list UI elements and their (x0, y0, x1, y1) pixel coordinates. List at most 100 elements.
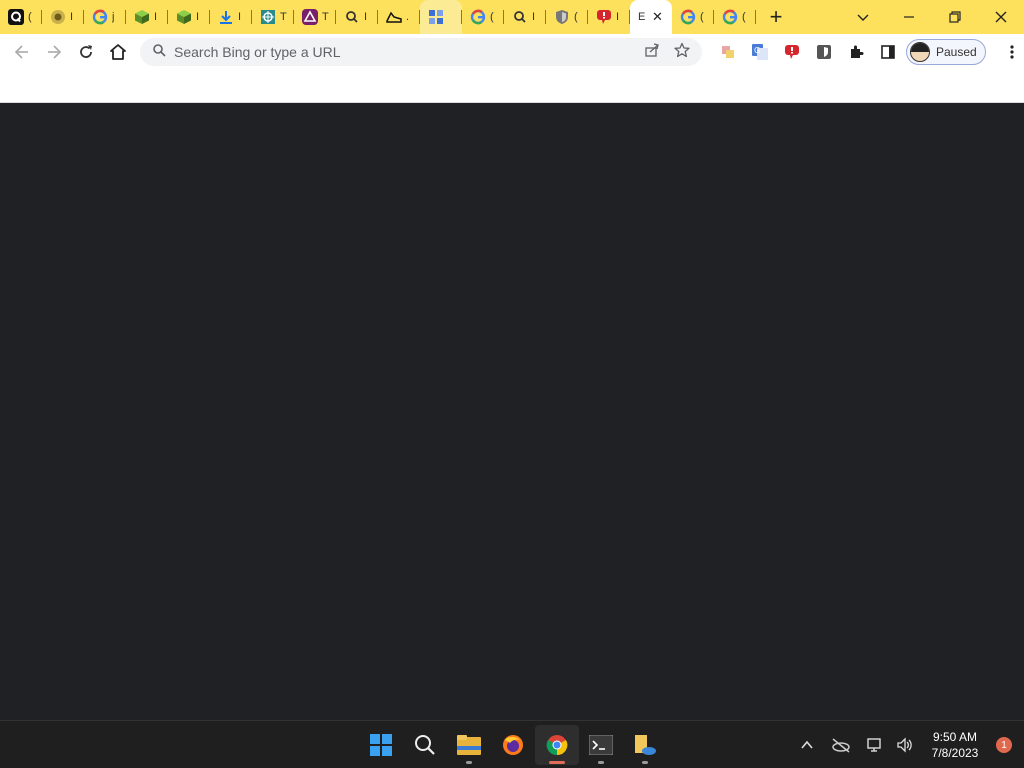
home-button[interactable] (102, 36, 134, 68)
tab-title: ( (700, 11, 704, 23)
tab-title: T (322, 11, 329, 23)
file-explorer-icon[interactable] (447, 725, 491, 765)
tab[interactable]: ( (714, 0, 756, 34)
grid-icon (428, 9, 444, 25)
tab-title: ( (742, 11, 746, 23)
volume-icon[interactable] (890, 730, 920, 760)
minimize-button[interactable] (886, 0, 932, 34)
windows-start-icon[interactable] (359, 725, 403, 765)
tab-title: I (532, 11, 536, 23)
sunflower-icon (50, 9, 66, 25)
tab[interactable]: I (588, 0, 630, 34)
address-input[interactable]: Search Bing or type a URL (174, 44, 644, 60)
bitwarden-icon[interactable] (808, 36, 840, 68)
translate-extension-icon[interactable] (712, 36, 744, 68)
tab[interactable]: ( (462, 0, 504, 34)
tab-title: E (638, 11, 646, 23)
onedrive-folder-icon[interactable] (623, 725, 667, 765)
restore-button[interactable] (932, 0, 978, 34)
q-icon (8, 9, 24, 25)
notification-badge[interactable]: 1 (996, 737, 1012, 753)
google-icon (92, 9, 108, 25)
onedrive-offline-icon[interactable] (826, 730, 856, 760)
google-icon (680, 9, 696, 25)
triangle-logo-icon (302, 9, 318, 25)
tab-search-chevron-icon[interactable] (840, 0, 886, 34)
side-panel-icon[interactable] (872, 36, 904, 68)
search-icon (152, 43, 166, 62)
profile-status: Paused (936, 45, 977, 59)
google-icon (470, 9, 486, 25)
tab[interactable]: ( (672, 0, 714, 34)
bookmark-star-icon[interactable] (674, 42, 690, 63)
search-icon (512, 9, 528, 25)
google-translate-icon[interactable]: G (744, 36, 776, 68)
tab[interactable]: I (168, 0, 210, 34)
shoe-icon (386, 9, 402, 25)
search-icon (344, 9, 360, 25)
close-window-button[interactable] (978, 0, 1024, 34)
tab[interactable] (420, 0, 462, 34)
address-bar[interactable]: Search Bing or type a URL (140, 38, 702, 66)
shield-icon (554, 9, 570, 25)
system-tray: 9:50 AM 7/8/2023 1 (792, 721, 1024, 768)
tab-title: . (406, 11, 410, 23)
tab[interactable]: I (504, 0, 546, 34)
clock[interactable]: 9:50 AM 7/8/2023 (920, 729, 990, 761)
tab-title: I (238, 11, 242, 23)
close-tab-icon[interactable]: ✕ (652, 9, 663, 25)
tab[interactable]: . (378, 0, 420, 34)
tab-title: I (196, 11, 200, 23)
download-icon (218, 9, 234, 25)
clock-date: 7/8/2023 (931, 746, 979, 760)
tab-strip: ( I j I I I T T I . (I (I E ✕ ((+ (0, 0, 1024, 34)
extensions-area: G Paused (712, 34, 986, 70)
tab-title: I (154, 11, 158, 23)
forward-button[interactable] (38, 36, 70, 68)
tab-title: I (70, 11, 74, 23)
avatar (910, 42, 930, 62)
cube-icon (134, 9, 150, 25)
crosshair-icon (260, 9, 276, 25)
tab[interactable]: I (336, 0, 378, 34)
tab[interactable]: I (210, 0, 252, 34)
network-icon[interactable] (860, 730, 890, 760)
chevron-up-icon[interactable] (792, 730, 822, 760)
tab[interactable]: I (126, 0, 168, 34)
tab-title: T (280, 11, 287, 23)
tab[interactable]: T (294, 0, 336, 34)
more-menu-icon[interactable] (1010, 34, 1014, 70)
search-icon[interactable] (403, 725, 447, 765)
tab-active[interactable]: E ✕ (630, 0, 672, 34)
tab[interactable]: j (84, 0, 126, 34)
tab-title: ( (574, 11, 578, 23)
clock-time: 9:50 AM (932, 730, 978, 744)
tab[interactable]: T (252, 0, 294, 34)
profile-button[interactable]: Paused (906, 39, 986, 65)
dislike-extension-icon[interactable] (776, 36, 808, 68)
tab-title: ( (490, 11, 494, 23)
page-top-strip (0, 70, 1024, 103)
google-icon (722, 9, 738, 25)
chrome-icon[interactable] (535, 725, 579, 765)
tab[interactable]: I (42, 0, 84, 34)
firefox-icon[interactable] (491, 725, 535, 765)
tab-title: ( (28, 11, 32, 23)
new-tab-button[interactable]: + (756, 0, 796, 34)
browser-toolbar: Search Bing or type a URL G Paused (0, 34, 1024, 70)
window-controls (840, 0, 1024, 34)
tab[interactable]: ( (546, 0, 588, 34)
tab-title: j (112, 11, 115, 23)
svg-text:G: G (754, 46, 760, 55)
share-icon[interactable] (644, 42, 660, 63)
taskbar: 9:50 AM 7/8/2023 1 (0, 720, 1024, 768)
cube-icon (176, 9, 192, 25)
page-content[interactable] (0, 103, 1024, 720)
tab[interactable]: ( (0, 0, 42, 34)
extensions-puzzle-icon[interactable] (840, 36, 872, 68)
back-button[interactable] (6, 36, 38, 68)
tab-title: I (364, 11, 368, 23)
reload-button[interactable] (70, 36, 102, 68)
tab-title: I (616, 11, 620, 23)
terminal-icon[interactable] (579, 725, 623, 765)
